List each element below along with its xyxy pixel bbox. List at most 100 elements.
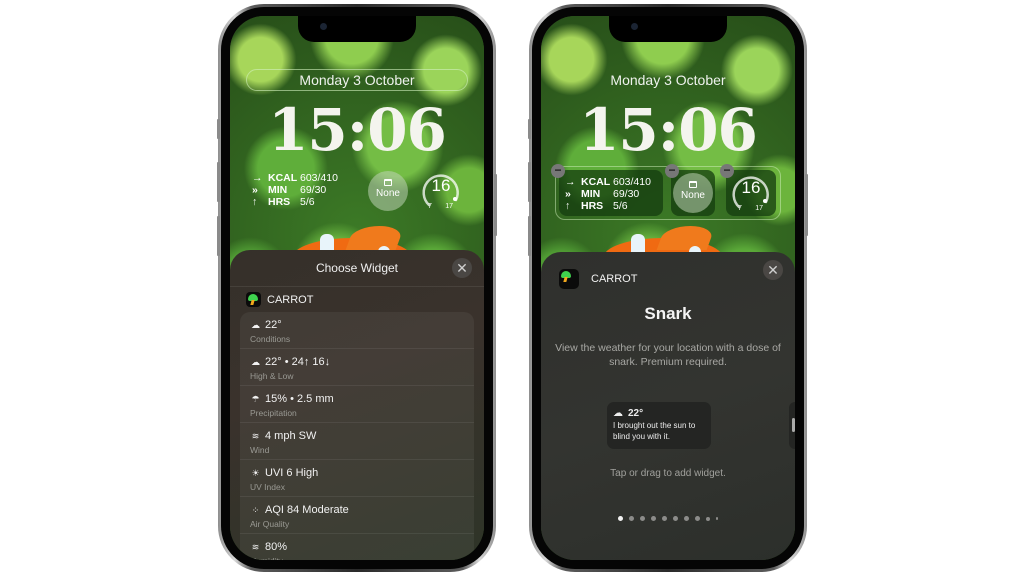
temperature-gauge-widget[interactable]: 16 7 17: [420, 170, 462, 212]
camera-icon: [320, 23, 327, 30]
option-value: 80%: [265, 541, 288, 553]
camera-icon: [631, 23, 638, 30]
widget-option-conditions[interactable]: ☁ 22° Conditions: [240, 312, 474, 349]
none-widget: None: [673, 173, 713, 213]
gauge-value: 16: [431, 176, 451, 195]
screen: Monday 3 October 15:06 − → KCAL 603/410 » M…: [541, 16, 795, 560]
widget-list[interactable]: ☁ 22° Conditions ☁ 22° • 24↑ 16↓ High & Lo…: [240, 312, 474, 560]
notch: [298, 16, 416, 42]
none-label: None: [681, 190, 705, 201]
carrot-app-icon: [559, 269, 579, 289]
close-button[interactable]: ✕: [763, 260, 783, 280]
choose-widget-sheet: Choose Widget ✕ CARROT ☁ 22° Conditions ☁: [230, 250, 484, 560]
fitness-value: 5/6: [613, 200, 628, 212]
app-header: CARROT: [559, 269, 637, 289]
page-dot[interactable]: [694, 516, 700, 521]
fitness-row: → KCAL 603/410: [565, 176, 651, 188]
lock-time: 15:06: [268, 96, 447, 164]
fitness-label: HRS: [268, 196, 291, 208]
option-value: 22° • 24↑ 16↓: [265, 356, 331, 368]
widget-option-high-low[interactable]: ☁ 22° • 24↑ 16↓ High & Low: [240, 349, 474, 386]
fitness-row: → KCAL 603/410: [252, 172, 338, 184]
notch: [609, 16, 727, 42]
sheet-title: Choose Widget: [315, 261, 399, 275]
page-dot[interactable]: [661, 516, 667, 521]
widget-row[interactable]: → KCAL 603/410 » MIN 69/30 ↑ HRS 5/6 None 16: [246, 168, 468, 220]
widget-option-humidity[interactable]: ≋ 80% Humidity: [240, 534, 474, 560]
widget-option-wind[interactable]: ≋ 4 mph SW Wind: [240, 423, 474, 460]
widget-detail-sheet: ✕ CARROT Snark View the weather for your…: [541, 252, 795, 560]
remove-widget-button[interactable]: −: [551, 164, 565, 178]
phone-left: Monday 3 October 15:06 → KCAL 603/410 » MIN…: [217, 4, 497, 572]
page-indicator[interactable]: [541, 516, 795, 521]
fitness-row: ↑ HRS 5/6: [252, 196, 338, 208]
carrot-app-icon: [246, 292, 261, 307]
option-value: AQI 84 Moderate: [265, 504, 349, 516]
gauge-high: 17: [755, 205, 763, 212]
screen: Monday 3 October 15:06 → KCAL 603/410 » MIN…: [230, 16, 484, 560]
humidity-icon: ≋: [251, 541, 260, 552]
phone-right: Monday 3 October 15:06 − → KCAL 603/410 » M…: [528, 4, 808, 572]
page-dot[interactable]: [639, 516, 645, 521]
fitness-value: 5/6: [300, 196, 315, 208]
option-label: Precipitation: [250, 408, 297, 418]
mute-switch: [217, 119, 220, 139]
widget-title: Snark: [644, 304, 692, 323]
calendar-icon: [689, 181, 697, 188]
widget-option-precipitation[interactable]: ☂ 15% • 2.5 mm Precipitation: [240, 386, 474, 423]
arrow-up-icon: ↑: [565, 200, 571, 212]
divider: [230, 286, 484, 287]
widget-preview[interactable]: ☁ 22° I brought out the sun to blind you …: [607, 402, 711, 449]
air-quality-icon: ⁘: [251, 504, 260, 515]
sun-icon: ☀: [251, 467, 260, 478]
page-dot[interactable]: [672, 516, 678, 521]
page-dot[interactable]: [705, 516, 710, 521]
page-dot[interactable]: [715, 517, 719, 520]
widget-row-editing[interactable]: − → KCAL 603/410 » MIN 69/30 ↑ HRS 5/6 − None: [551, 164, 781, 220]
lock-date: Monday 3 October: [299, 72, 415, 88]
wind-icon: ≋: [251, 430, 260, 441]
page-dot[interactable]: [617, 516, 623, 521]
widget-option-air-quality[interactable]: ⁘ AQI 84 Moderate Air Quality: [240, 497, 474, 534]
fitness-value: 603/410: [613, 176, 651, 188]
none-widget[interactable]: None: [368, 171, 408, 211]
fitness-widget-tile[interactable]: − → KCAL 603/410 » MIN 69/30 ↑ HRS 5/6: [551, 164, 663, 216]
fitness-label: HRS: [581, 200, 604, 212]
mute-switch: [528, 119, 531, 139]
minus-icon: −: [668, 163, 676, 177]
option-label: UV Index: [250, 482, 285, 492]
fitness-value: 69/30: [300, 184, 327, 196]
none-widget-tile[interactable]: − None: [665, 164, 715, 216]
page-dot[interactable]: [650, 516, 656, 521]
close-icon: ✕: [767, 262, 779, 278]
option-value: UVI 6 High: [265, 467, 319, 479]
remove-widget-button[interactable]: −: [665, 164, 679, 178]
umbrella-icon: ☂: [251, 393, 260, 404]
double-arrow-icon: »: [252, 184, 258, 196]
fitness-widget[interactable]: → KCAL 603/410 » MIN 69/30 ↑ HRS 5/6: [252, 172, 338, 208]
arrow-right-icon: →: [252, 172, 263, 184]
widget-option-uv-index[interactable]: ☀ UVI 6 High UV Index: [240, 460, 474, 497]
fitness-widget: → KCAL 603/410 » MIN 69/30 ↑ HRS 5/6: [565, 176, 651, 212]
arrow-right-icon: →: [565, 176, 576, 188]
volume-up-button: [528, 162, 531, 202]
option-label: High & Low: [250, 371, 294, 381]
fitness-label: KCAL: [581, 176, 611, 188]
page-dot[interactable]: [628, 516, 634, 521]
gauge-widget-tile[interactable]: − 16 7 17: [720, 164, 776, 216]
next-widget-preview[interactable]: [789, 402, 795, 449]
close-button[interactable]: ✕: [452, 258, 472, 278]
app-name: CARROT: [591, 273, 638, 285]
app-header: CARROT: [246, 292, 313, 307]
option-value: 22°: [265, 319, 282, 331]
app-name: CARROT: [267, 293, 314, 306]
power-button: [805, 174, 808, 236]
option-label: Wind: [250, 445, 270, 455]
lock-date[interactable]: Monday 3 October: [541, 72, 795, 88]
page-dot[interactable]: [683, 516, 689, 521]
option-value: 15% • 2.5 mm: [265, 393, 334, 405]
cloud-sun-icon: ☁: [251, 356, 260, 367]
stage: Monday 3 October 15:06 → KCAL 603/410 » MIN…: [0, 0, 1024, 576]
volume-down-button: [528, 216, 531, 256]
lock-time: 15:06: [579, 96, 758, 164]
